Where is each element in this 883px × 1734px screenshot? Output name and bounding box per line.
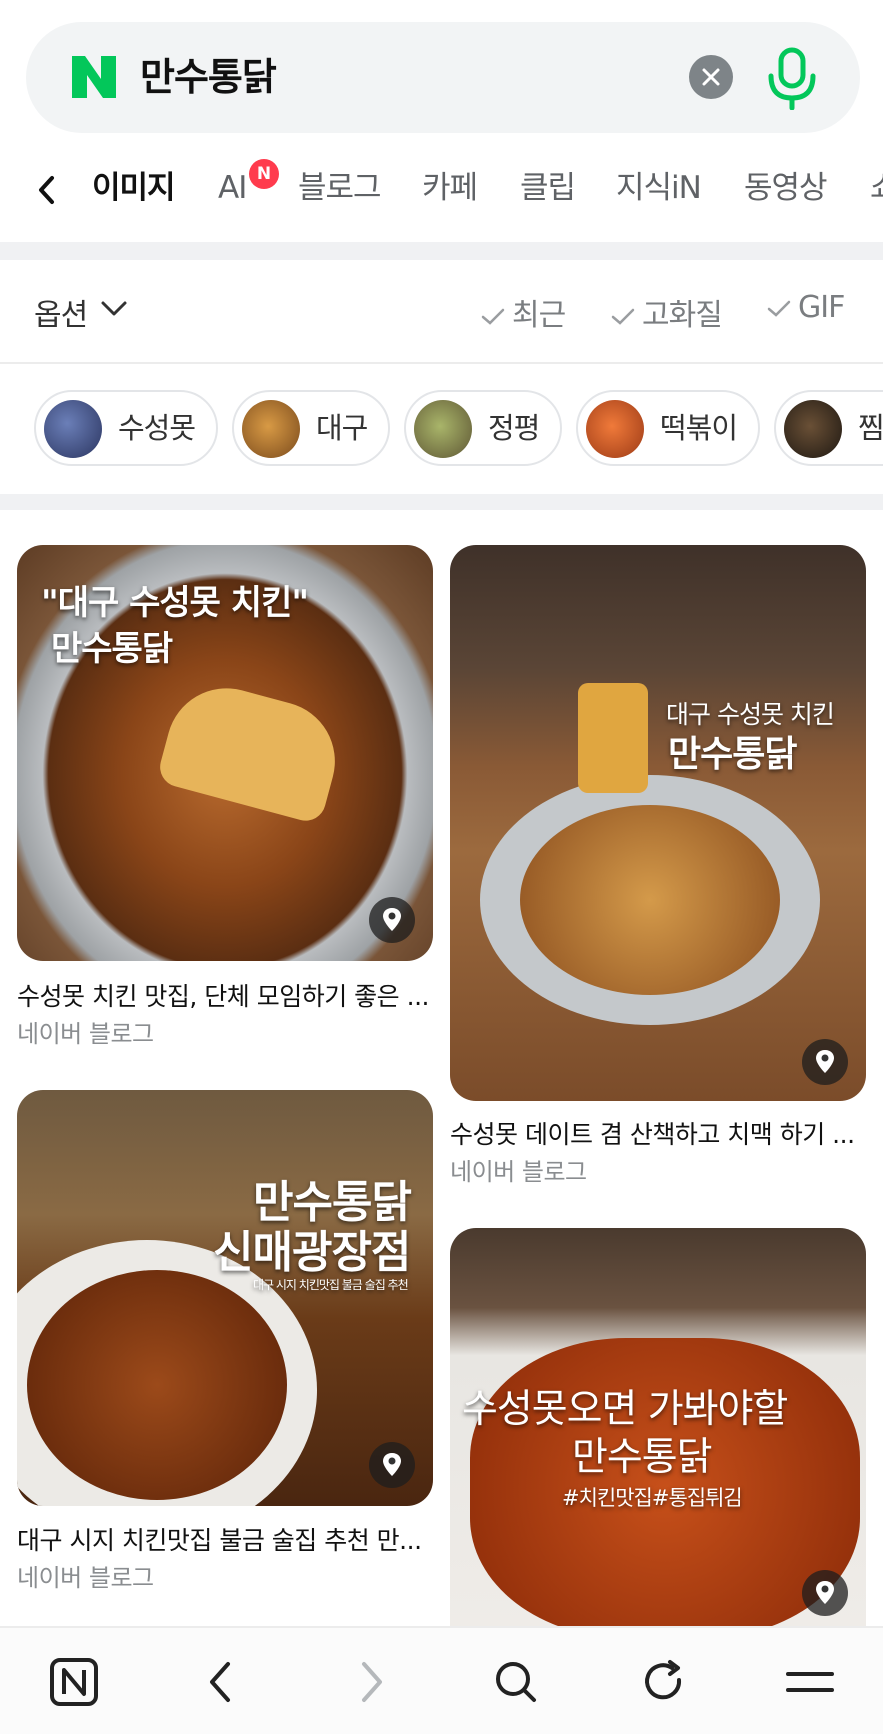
naver-logo[interactable] — [68, 52, 120, 102]
chip-label: 떡볶이 — [660, 411, 738, 445]
bottom-navigation — [0, 1626, 883, 1734]
search-bar[interactable]: 만수통닭 — [26, 22, 860, 133]
check-icon — [481, 308, 505, 325]
back-arrow-icon[interactable] — [192, 1652, 252, 1712]
image-overlay-text: 만수통닭 — [572, 1435, 713, 1480]
section-divider — [0, 494, 883, 510]
chip-thumbnail — [44, 400, 102, 458]
tab-image[interactable]: 이미지 — [92, 168, 176, 208]
search-tabs: 이미지 AI 블로그 카페 클립 지식iN 동영상 쇼 — [0, 160, 883, 222]
food-fritter — [155, 674, 349, 826]
search-query[interactable]: 만수통닭 — [140, 48, 277, 106]
chip-tteokbokki[interactable]: 떡볶이 — [576, 390, 760, 466]
check-icon — [767, 300, 791, 317]
filter-recent[interactable]: 최근 — [480, 290, 566, 334]
beer-glass — [578, 683, 648, 793]
result-source-1[interactable]: 네이버 블로그 — [17, 1018, 154, 1050]
close-icon[interactable] — [689, 55, 733, 99]
result-image-3[interactable]: 만수통닭 신매광장점 대구 시지 치킨맛집 불금 술집 추천 — [17, 1090, 433, 1506]
tab-shopping[interactable]: 쇼 — [870, 168, 883, 208]
forward-arrow-icon[interactable] — [340, 1652, 400, 1712]
result-image-1[interactable]: "대구 수성못 치킨" 만수통닭 — [17, 545, 433, 961]
location-pin-icon[interactable] — [802, 1570, 848, 1616]
image-overlay-text: 신매광장점 — [213, 1227, 411, 1278]
result-title-1[interactable]: 수성못 치킨 맛집, 단체 모임하기 좋은 ... — [17, 980, 433, 1014]
related-keyword-chips: 수성못 대구 정평 떡볶이 찜 — [0, 388, 883, 472]
chip-label: 찜 — [858, 411, 883, 445]
ai-new-badge: N — [249, 159, 279, 189]
naver-home-icon[interactable] — [44, 1652, 104, 1712]
filter-hd[interactable]: 고화질 — [610, 290, 723, 334]
chevron-left-icon[interactable] — [32, 172, 62, 208]
result-source-2[interactable]: 네이버 블로그 — [450, 1156, 587, 1188]
refresh-icon[interactable] — [634, 1652, 694, 1712]
chip-label: 수성못 — [118, 411, 196, 445]
chevron-down-icon[interactable] — [100, 296, 128, 320]
location-pin-icon[interactable] — [802, 1039, 848, 1085]
food-chicken — [520, 805, 780, 995]
search-icon[interactable] — [486, 1652, 546, 1712]
options-row: 옵션 최근 고화질 GIF — [0, 260, 883, 362]
tab-blog[interactable]: 블로그 — [298, 168, 382, 208]
tab-ai[interactable]: AI — [218, 168, 247, 208]
check-icon — [611, 308, 635, 325]
tab-clip[interactable]: 클립 — [520, 168, 576, 208]
food-chicken — [27, 1270, 287, 1500]
chip-jjim[interactable]: 찜 — [774, 390, 883, 466]
chip-thumbnail — [586, 400, 644, 458]
menu-icon[interactable] — [780, 1652, 840, 1712]
chip-thumbnail — [784, 400, 842, 458]
chip-jeongpyeong[interactable]: 정평 — [404, 390, 562, 466]
chip-label: 정평 — [488, 411, 540, 445]
tab-cafe[interactable]: 카페 — [422, 168, 478, 208]
filter-gif-label: GIF — [798, 290, 845, 325]
location-pin-icon[interactable] — [369, 1442, 415, 1488]
chip-thumbnail — [242, 400, 300, 458]
result-title-2[interactable]: 수성못 데이트 겸 산책하고 치맥 하기 ... — [450, 1118, 866, 1152]
chip-suseongmot[interactable]: 수성못 — [34, 390, 218, 466]
divider — [0, 362, 883, 364]
result-image-4[interactable]: 수성못오면 가봐야할 만수통닭 #치킨맛집#통집튀김 — [450, 1228, 866, 1626]
image-overlay-text: 대구 시지 치킨맛집 불금 술집 추천 — [253, 1278, 409, 1292]
chip-daegu[interactable]: 대구 — [232, 390, 390, 466]
location-pin-icon[interactable] — [369, 897, 415, 943]
image-overlay-text: 만수통닭 — [51, 629, 173, 669]
section-divider — [0, 242, 883, 260]
filter-hd-label: 고화질 — [642, 298, 723, 333]
result-source-3[interactable]: 네이버 블로그 — [17, 1562, 154, 1594]
chip-thumbnail — [414, 400, 472, 458]
image-overlay-text: "대구 수성못 치킨" — [41, 583, 309, 623]
result-image-2[interactable]: 대구 수성못 치킨 만수통닭 — [450, 545, 866, 1101]
filter-gif[interactable]: GIF — [766, 290, 845, 325]
tab-video[interactable]: 동영상 — [744, 168, 828, 208]
chip-label: 대구 — [316, 411, 368, 445]
filter-recent-label: 최근 — [512, 298, 566, 333]
image-overlay-text: 만수통닭 — [668, 734, 797, 775]
microphone-icon[interactable] — [764, 46, 820, 110]
image-overlay-text: #치킨맛집#통집튀김 — [562, 1486, 743, 1510]
result-title-3[interactable]: 대구 시지 치킨맛집 불금 술집 추천 만... — [17, 1524, 433, 1558]
tab-knowledge[interactable]: 지식iN — [616, 168, 702, 208]
options-toggle[interactable]: 옵션 — [34, 290, 88, 334]
